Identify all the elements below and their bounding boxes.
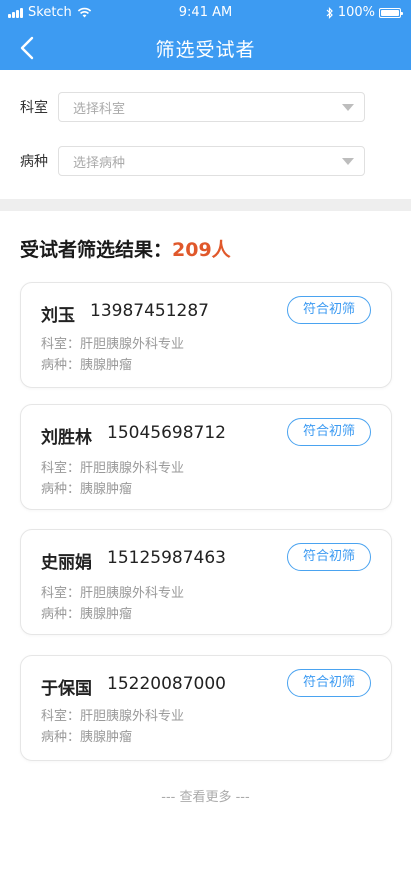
disease-select[interactable]: 选择病种 — [58, 146, 365, 176]
battery-icon — [379, 7, 403, 18]
result-summary: 受试者筛选结果：209人 — [20, 235, 231, 262]
result-count: 209人 — [172, 239, 231, 261]
subject-disease: 病种：胰腺肿瘤 — [41, 358, 133, 373]
screening-badge-button[interactable]: 符合初筛 — [287, 296, 371, 324]
battery-label: 100% — [337, 5, 375, 20]
subject-department: 科室：肝胆胰腺外科专业 — [41, 586, 185, 601]
subject-card[interactable]: 于保国 15220087000 符合初筛 科室：肝胆胰腺外科专业 病种：胰腺肿瘤 — [20, 655, 392, 761]
subject-disease: 病种：胰腺肿瘤 — [41, 607, 133, 622]
screening-badge-button[interactable]: 符合初筛 — [287, 543, 371, 571]
subject-department: 科室：肝胆胰腺外科专业 — [41, 709, 185, 724]
load-more-link[interactable]: --- 查看更多 --- — [0, 786, 411, 805]
disease-placeholder: 选择病种 — [73, 155, 126, 171]
chevron-down-icon — [342, 104, 354, 111]
screening-badge-button[interactable]: 符合初筛 — [287, 418, 371, 446]
subject-phone: 15045698712 — [107, 423, 226, 443]
subject-phone: 15220087000 — [107, 674, 226, 694]
status-bar: Sketch 9:41 AM 100% — [0, 0, 411, 26]
bluetooth-icon — [326, 6, 333, 19]
department-placeholder: 选择科室 — [73, 101, 126, 117]
subject-name: 史丽娟 — [41, 553, 92, 573]
subject-card[interactable]: 史丽娟 15125987463 符合初筛 科室：肝胆胰腺外科专业 病种：胰腺肿瘤 — [20, 529, 392, 635]
subject-disease: 病种：胰腺肿瘤 — [41, 730, 133, 745]
disease-label: 病种 — [20, 154, 48, 170]
section-divider — [0, 199, 411, 211]
filter-disease: 病种 选择病种 — [20, 146, 365, 176]
subject-card[interactable]: 刘玉 13987451287 符合初筛 科室：肝胆胰腺外科专业 病种：胰腺肿瘤 — [20, 282, 392, 388]
navbar: 筛选受试者 — [0, 28, 411, 68]
page-title: 筛选受试者 — [155, 39, 256, 61]
subject-card[interactable]: 刘胜林 15045698712 符合初筛 科室：肝胆胰腺外科专业 病种：胰腺肿瘤 — [20, 404, 392, 510]
filter-department: 科室 选择科室 — [20, 92, 365, 122]
subject-phone: 15125987463 — [107, 548, 226, 568]
app-header: Sketch 9:41 AM 100% 筛选受试者 — [0, 0, 411, 70]
subject-phone: 13987451287 — [90, 301, 209, 321]
subject-name: 刘胜林 — [41, 428, 92, 448]
chevron-down-icon — [342, 158, 354, 165]
subject-disease: 病种：胰腺肿瘤 — [41, 482, 133, 497]
subject-department: 科室：肝胆胰腺外科专业 — [41, 461, 185, 476]
subject-department: 科室：肝胆胰腺外科专业 — [41, 337, 185, 352]
result-prefix: 受试者筛选结果： — [20, 239, 173, 261]
department-select[interactable]: 选择科室 — [58, 92, 365, 122]
screening-badge-button[interactable]: 符合初筛 — [287, 669, 371, 697]
subject-name: 于保国 — [41, 679, 92, 699]
status-right: 100% — [326, 5, 403, 20]
department-label: 科室 — [20, 100, 48, 116]
subject-name: 刘玉 — [41, 306, 75, 326]
